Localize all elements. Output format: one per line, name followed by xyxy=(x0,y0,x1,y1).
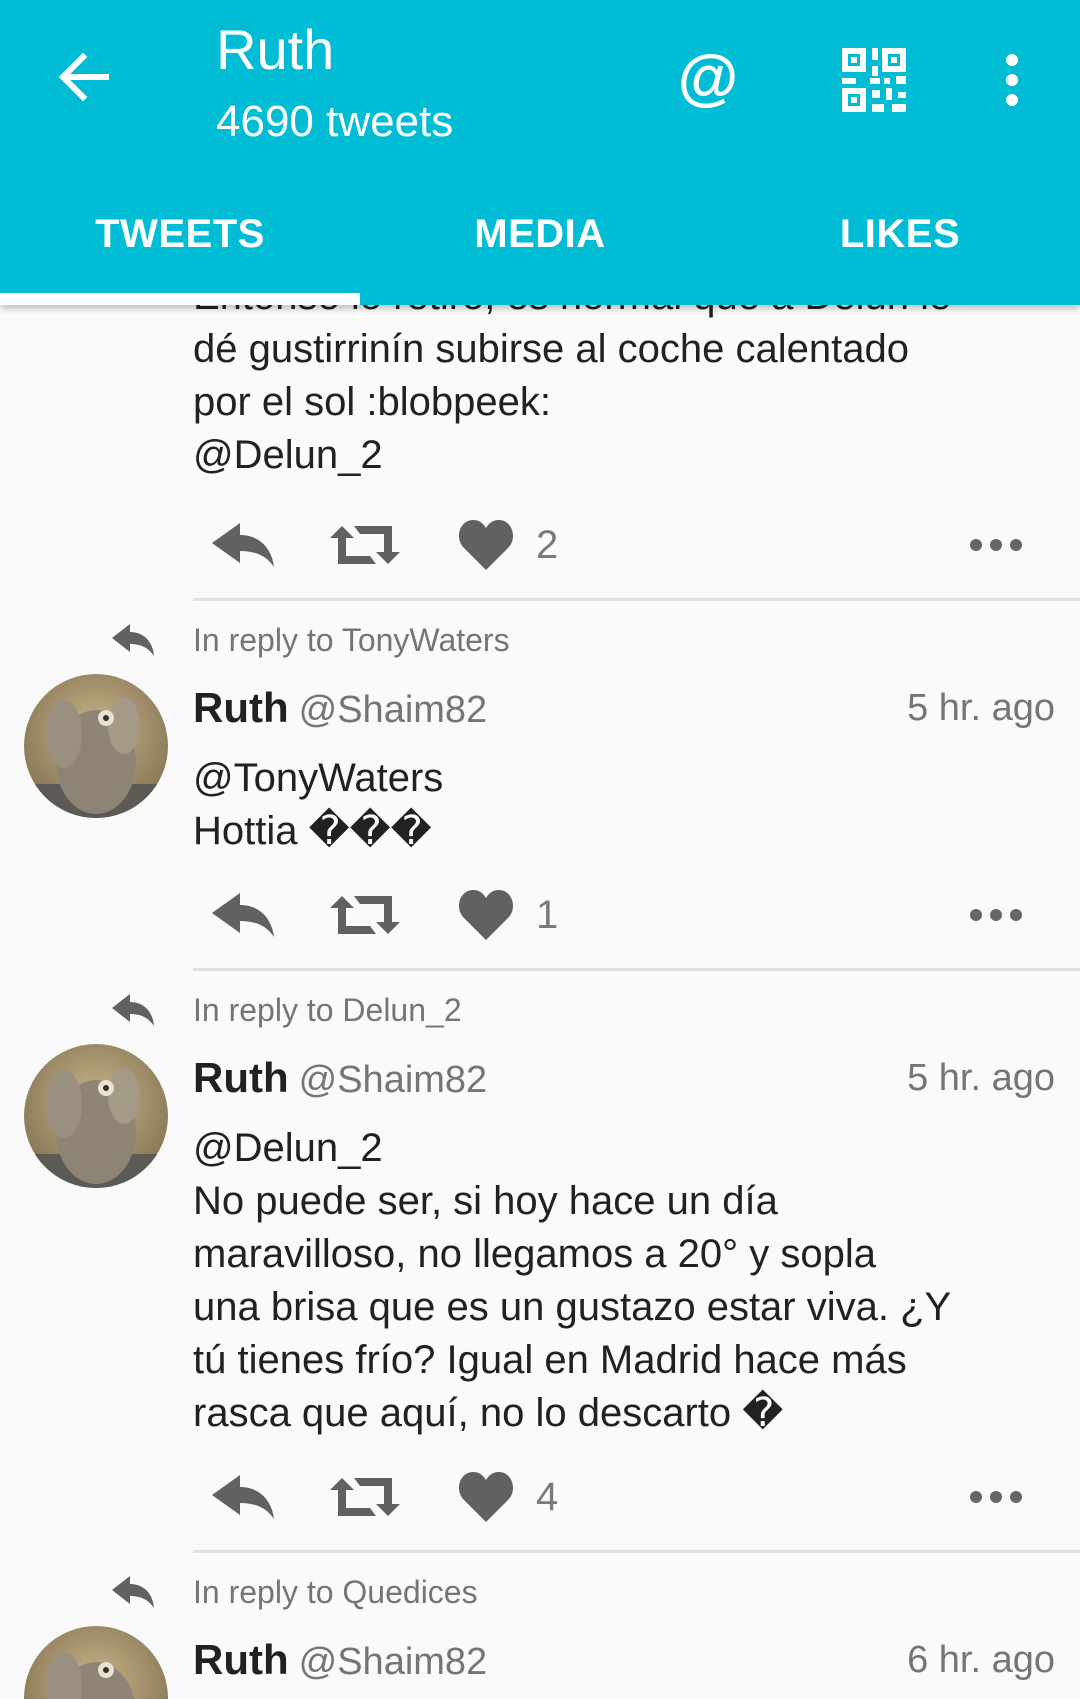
reply-context[interactable]: In reply to Delun_2 xyxy=(110,985,462,1035)
author-name[interactable]: Ruth @Shaim82 xyxy=(193,1048,487,1110)
reply-context[interactable]: In reply to TonyWaters xyxy=(110,615,510,665)
tweet-time: 5 hr. ago xyxy=(907,1057,1055,1099)
profile-title: Ruth xyxy=(216,18,335,81)
app-bar: Ruth 4690 tweets @ TWEETS MEDIA LIKES xyxy=(0,0,1080,305)
qr-code-button[interactable] xyxy=(842,48,906,112)
avatar[interactable] xyxy=(24,1044,168,1188)
author-name[interactable]: Ruth @Shaim82 xyxy=(193,678,487,740)
tweet-text-line: @TonyWaters xyxy=(193,756,444,800)
profile-tabs: TWEETS MEDIA LIKES xyxy=(0,190,1080,305)
tweet-divider xyxy=(193,968,1080,971)
tweet-time: 6 hr. ago xyxy=(907,1639,1055,1681)
tweet-text-line: una brisa que es un gustazo estar viva. … xyxy=(193,1285,952,1329)
author-handle: @Shaim82 xyxy=(298,1641,488,1683)
overflow-menu-button[interactable] xyxy=(992,50,1032,110)
tweet-text-line: No puede ser, si hoy hace un día xyxy=(193,1179,778,1223)
tab-likes[interactable]: LIKES xyxy=(720,190,1080,305)
tweet-text-line: por el sol :blobpeek: xyxy=(193,380,552,424)
tweet-time: 5 hr. ago xyxy=(907,687,1055,729)
reply-icon xyxy=(212,893,274,937)
like-count: 1 xyxy=(536,892,559,937)
heart-icon xyxy=(458,1472,514,1522)
author-name-text: Ruth xyxy=(193,1636,289,1683)
like-count: 4 xyxy=(536,1474,559,1519)
reply-small-icon xyxy=(112,994,154,1026)
like-count: 2 xyxy=(536,522,559,567)
tweet-text-line: rasca que aquí, no lo descarto � xyxy=(193,1391,784,1435)
back-arrow-icon xyxy=(58,53,109,101)
more-dots-icon xyxy=(970,909,1022,921)
reply-button[interactable] xyxy=(210,510,276,580)
tab-tweets[interactable]: TWEETS xyxy=(0,190,360,305)
reply-button[interactable] xyxy=(210,1462,276,1532)
tweet-count: 4690 tweets xyxy=(216,97,454,146)
back-button[interactable] xyxy=(52,45,116,109)
at-icon: @ xyxy=(677,43,739,112)
tab-media[interactable]: MEDIA xyxy=(360,190,720,305)
tweet-text-line: @Delun_2 xyxy=(193,433,383,477)
author-name-text: Ruth xyxy=(193,684,289,731)
tweet-text-line: @Delun_2 xyxy=(193,1126,383,1170)
qr-code-icon xyxy=(842,48,906,112)
tweet-header: Ruth @Shaim82 5 hr. ago xyxy=(193,678,1055,738)
tab-indicator xyxy=(0,293,360,305)
heart-icon xyxy=(458,520,514,570)
retweet-button[interactable] xyxy=(330,880,400,950)
retweet-icon xyxy=(330,526,400,564)
like-button[interactable]: 2 xyxy=(458,510,558,580)
author-handle: @Shaim82 xyxy=(298,1059,488,1101)
retweet-button[interactable] xyxy=(330,510,400,580)
tweet-divider xyxy=(193,1550,1080,1553)
tweet-divider xyxy=(193,598,1080,601)
reply-small-icon xyxy=(112,1576,154,1608)
tweet-more-button[interactable] xyxy=(970,880,1022,950)
retweet-icon xyxy=(330,896,400,934)
tweet-actions: 4 xyxy=(210,1462,1040,1532)
tweet-text: @TonyWaters Hottia ��� xyxy=(193,752,1053,858)
reply-context-text: In reply to Delun_2 xyxy=(193,991,462,1028)
author-name-text: Ruth xyxy=(193,1054,289,1101)
reply-small-icon xyxy=(112,624,154,656)
author-name[interactable]: Ruth @Shaim82 xyxy=(193,1630,487,1692)
tweet-header: Ruth @Shaim82 5 hr. ago xyxy=(193,1048,1055,1108)
overflow-dot xyxy=(1006,94,1018,106)
reply-context-text: In reply to TonyWaters xyxy=(193,621,510,658)
tweet-text-line: Hottia ��� xyxy=(193,809,432,853)
twitter-profile-screen: Entonse lo retiro, es normal que a Delun… xyxy=(0,0,1080,1699)
overflow-menu-icon xyxy=(1006,54,1018,66)
more-dots-icon xyxy=(970,1491,1022,1503)
avatar[interactable] xyxy=(24,674,168,818)
tweet-text-line: dé gustirrinín subirse al coche calentad… xyxy=(193,327,909,371)
avatar[interactable] xyxy=(24,1626,168,1699)
tweet-more-button[interactable] xyxy=(970,510,1022,580)
mention-button[interactable]: @ xyxy=(672,42,744,114)
tweet-header: Ruth @Shaim82 6 hr. ago xyxy=(193,1630,1055,1690)
retweet-button[interactable] xyxy=(330,1462,400,1532)
reply-context[interactable]: In reply to Quedices xyxy=(110,1567,478,1617)
tweet-text: @Delun_2 No puede ser, si hoy hace un dí… xyxy=(193,1122,1053,1440)
like-button[interactable]: 1 xyxy=(458,880,558,950)
author-handle: @Shaim82 xyxy=(298,689,488,731)
more-dots-icon xyxy=(970,539,1022,551)
reply-icon xyxy=(212,1475,274,1519)
reply-icon xyxy=(212,523,274,567)
tweet-text-line: tú tienes frío? Igual en Madrid hace más xyxy=(193,1338,907,1382)
like-button[interactable]: 4 xyxy=(458,1462,558,1532)
heart-icon xyxy=(458,890,514,940)
tweet-actions: 2 xyxy=(210,510,1040,580)
tweet-text-line: maravilloso, no llegamos a 20° y sopla xyxy=(193,1232,877,1276)
reply-context-text: In reply to Quedices xyxy=(193,1573,478,1610)
reply-button[interactable] xyxy=(210,880,276,950)
overflow-dot xyxy=(1006,74,1018,86)
retweet-icon xyxy=(330,1478,400,1516)
tweet-actions: 1 xyxy=(210,880,1040,950)
tweet-more-button[interactable] xyxy=(970,1462,1022,1532)
